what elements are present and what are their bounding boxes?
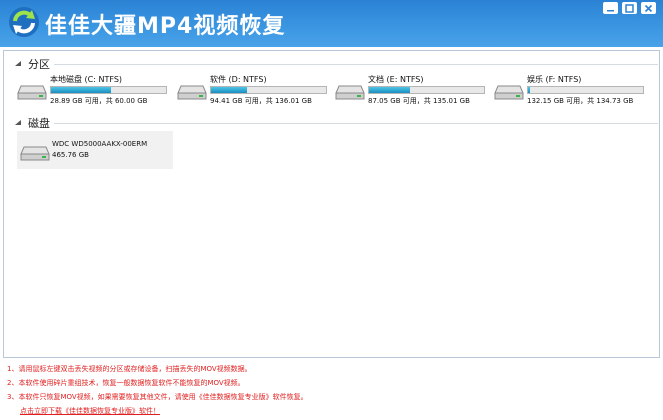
partition-item-f[interactable]: 娱乐 (F: NTFS) 132.15 GB 可用，共 134.73 GB bbox=[494, 74, 647, 108]
usage-bar-fill bbox=[211, 87, 247, 93]
partition-capacity: 94.41 GB 可用，共 136.01 GB bbox=[210, 97, 312, 105]
minimize-button[interactable] bbox=[603, 2, 618, 14]
refresh-arrows-icon bbox=[9, 7, 39, 37]
instruction-1: 1、请用鼠标左键双击丢失视频的分区或存储设备，扫描丢失的MOV视频数据。 bbox=[7, 365, 252, 373]
hard-drive-icon bbox=[494, 85, 524, 100]
partition-item-d[interactable]: 软件 (D: NTFS) 94.41 GB 可用，共 136.01 GB bbox=[177, 74, 330, 108]
disks-section-header[interactable]: 磁盘 bbox=[10, 115, 658, 131]
partition-name: 娱乐 (F: NTFS) bbox=[527, 75, 582, 84]
usage-bar-fill bbox=[51, 87, 111, 93]
collapse-triangle-icon[interactable] bbox=[14, 119, 22, 127]
usage-bar bbox=[527, 86, 644, 94]
close-button[interactable] bbox=[641, 2, 656, 14]
maximize-button[interactable] bbox=[622, 2, 637, 14]
disks-label: 磁盘 bbox=[28, 117, 50, 130]
disk-size: 465.76 GB bbox=[52, 151, 89, 159]
partition-name: 软件 (D: NTFS) bbox=[210, 75, 267, 84]
instructions-panel: 1、请用鼠标左键双击丢失视频的分区或存储设备，扫描丢失的MOV视频数据。 2、本… bbox=[0, 358, 663, 420]
partition-item-e[interactable]: 文档 (E: NTFS) 87.05 GB 可用，共 135.01 GB bbox=[335, 74, 488, 108]
hard-drive-icon bbox=[20, 146, 50, 161]
usage-bar bbox=[50, 86, 167, 94]
drive-list-panel: 分区 本地磁盘 (C: NTFS) 28.89 GB 可用，共 60.00 GB… bbox=[3, 50, 660, 358]
hard-drive-icon bbox=[335, 85, 365, 100]
partitions-label: 分区 bbox=[28, 58, 50, 71]
usage-bar-fill bbox=[369, 87, 411, 93]
divider bbox=[54, 64, 658, 65]
partition-name: 本地磁盘 (C: NTFS) bbox=[50, 75, 123, 84]
usage-bar bbox=[210, 86, 327, 94]
title-bar[interactable]: 佳佳大疆MP4视频恢复 bbox=[0, 0, 663, 47]
usage-bar-fill bbox=[528, 87, 531, 93]
app-title: 佳佳大疆MP4视频恢复 bbox=[45, 14, 286, 39]
hard-drive-icon bbox=[177, 85, 207, 100]
app-window: 佳佳大疆MP4视频恢复 分区 本地磁盘 (C: NTFS) 28.89 GB 可… bbox=[0, 0, 663, 420]
partition-capacity: 28.89 GB 可用，共 60.00 GB bbox=[50, 97, 148, 105]
partitions-section-header[interactable]: 分区 bbox=[10, 56, 658, 72]
instruction-2: 2、本软件使用碎片重组技术，恢复一般数据恢复软件不能恢复的MOV视频。 bbox=[7, 379, 245, 387]
maximize-icon bbox=[625, 3, 634, 13]
partition-item-c[interactable]: 本地磁盘 (C: NTFS) 28.89 GB 可用，共 60.00 GB bbox=[17, 74, 170, 108]
disk-name: WDC WD5000AAKX-00ERM bbox=[52, 140, 148, 148]
download-link[interactable]: 点击立即下载《佳佳数据恢复专业版》软件！ bbox=[20, 406, 160, 416]
usage-bar bbox=[368, 86, 485, 94]
hard-drive-icon bbox=[17, 85, 47, 100]
partition-capacity: 132.15 GB 可用，共 134.73 GB bbox=[527, 97, 634, 105]
instruction-3: 3、本软件只恢复MOV视频，如果需要恢复其他文件，请使用《佳佳数据恢复专业版》软… bbox=[7, 393, 308, 401]
partition-name: 文档 (E: NTFS) bbox=[368, 75, 424, 84]
collapse-triangle-icon[interactable] bbox=[14, 60, 22, 68]
close-icon bbox=[644, 4, 653, 12]
divider bbox=[54, 123, 658, 124]
disk-item[interactable]: WDC WD5000AAKX-00ERM 465.76 GB bbox=[17, 131, 173, 169]
minimize-icon bbox=[607, 9, 614, 11]
partition-capacity: 87.05 GB 可用，共 135.01 GB bbox=[368, 97, 470, 105]
